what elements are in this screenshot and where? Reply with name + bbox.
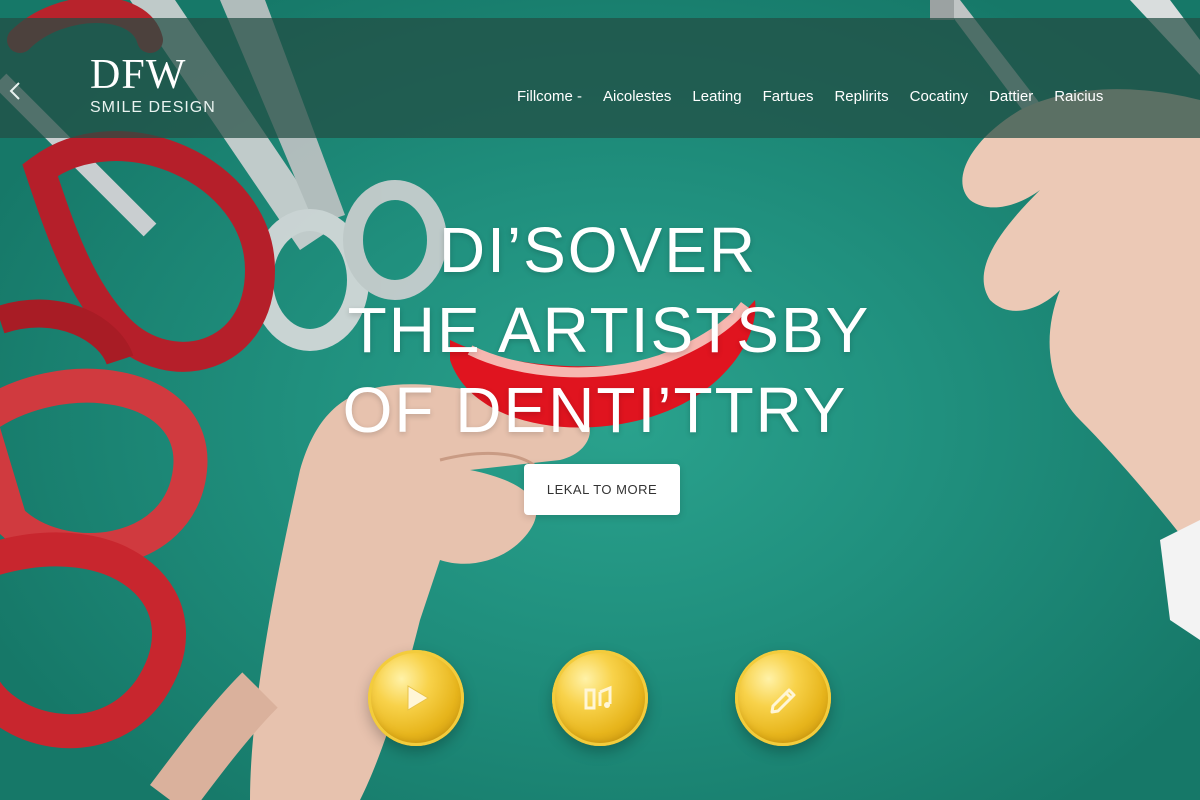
- main-menu: Fillcome - Aicolestes Leating Fartues Re…: [517, 88, 1124, 106]
- headline-line-1: DI’SOVER: [438, 214, 758, 286]
- nav-link-raicius[interactable]: Raicius: [1054, 88, 1103, 106]
- nav-link-cocatiny[interactable]: Cocatiny: [910, 88, 968, 106]
- nav-link-fillcome[interactable]: Fillcome -: [517, 88, 582, 106]
- hero-background: DFW SMILE DESIGN Fillcome - Aicolestes L…: [0, 0, 1200, 800]
- chevron-left-glyph: [9, 82, 20, 100]
- learn-more-button[interactable]: LEKAL TO MORE: [524, 464, 680, 515]
- top-navigation-bar: DFW SMILE DESIGN Fillcome - Aicolestes L…: [0, 18, 1200, 138]
- hero-headline: DI’SOVER THE ARTISTSBY OF DENTI’TTRY: [0, 210, 1200, 450]
- logo-tagline: SMILE DESIGN: [90, 99, 216, 116]
- music-button[interactable]: [552, 650, 648, 746]
- chevron-left-icon[interactable]: [8, 80, 30, 102]
- play-icon: [407, 685, 429, 711]
- site-logo[interactable]: DFW SMILE DESIGN: [90, 54, 216, 118]
- headline-line-2: THE ARTISTSBY: [347, 294, 871, 366]
- nav-link-dattier[interactable]: Dattier: [989, 88, 1033, 106]
- nav-link-fartues[interactable]: Fartues: [763, 88, 814, 106]
- play-video-button[interactable]: [368, 650, 464, 746]
- headline-line-3: OF DENTI’TTRY: [342, 374, 848, 446]
- edit-button[interactable]: [735, 650, 831, 746]
- pencil-icon: [770, 688, 796, 714]
- music-note-icon: [584, 685, 612, 710]
- logo-wordmark: DFW: [90, 52, 187, 98]
- nav-link-leating[interactable]: Leating: [692, 88, 741, 106]
- nav-link-aicolestes[interactable]: Aicolestes: [603, 88, 671, 106]
- nav-link-replirits[interactable]: Replirits: [834, 88, 888, 106]
